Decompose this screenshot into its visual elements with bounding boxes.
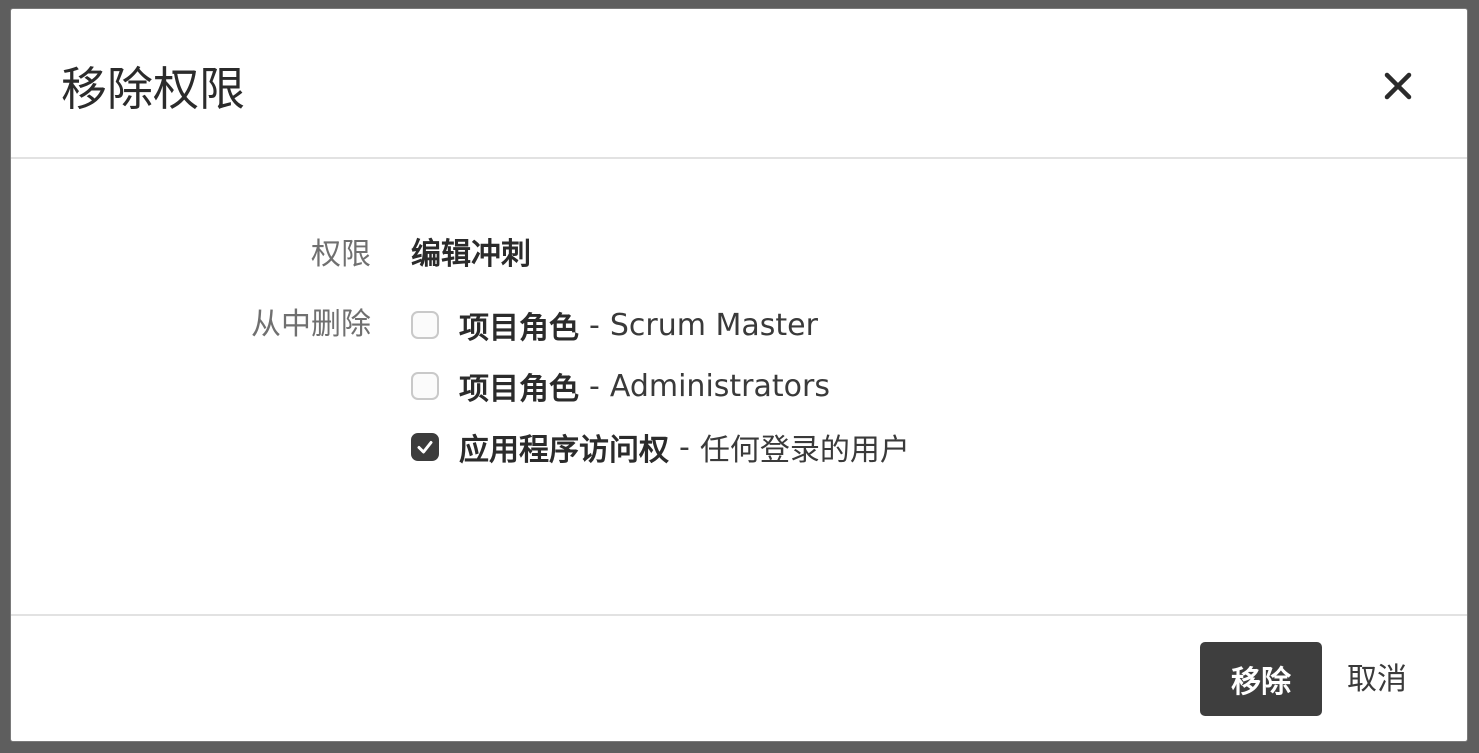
remove-from-label: 从中删除 [251,307,371,342]
checkmark-icon [417,441,433,454]
close-icon[interactable] [1381,69,1415,103]
checkbox-any-logged-in-user[interactable] [411,433,439,461]
dialog-footer: 移除 取消 [11,614,1467,743]
option-separator: - [589,307,600,343]
checkbox-administrators[interactable] [411,372,439,400]
dialog-header: 移除权限 [11,9,1467,159]
option-type: 应用程序访问权 [459,433,669,468]
permission-value: 编辑冲刺 [411,237,531,272]
option-separator: - [589,368,600,404]
option-scrum-master[interactable]: 项目角色 - Scrum Master [411,303,818,347]
option-name: Administrators [609,368,830,404]
option-separator: - [679,429,690,465]
dialog-body: 权限 编辑冲刺 从中删除 项目角色 - Scrum Master 项目角色 - … [11,159,1467,615]
option-administrators[interactable]: 项目角色 - Administrators [411,364,830,408]
option-name: 任何登录的用户 [699,433,910,468]
option-type: 项目角色 [459,311,579,346]
permission-label: 权限 [311,237,371,272]
remove-button[interactable]: 移除 [1200,642,1322,716]
checkbox-scrum-master[interactable] [411,311,439,339]
dialog-title: 移除权限 [61,62,245,116]
remove-permission-dialog: 移除权限 权限 编辑冲刺 从中删除 项目角色 - Scrum Master 项目… [10,8,1468,742]
option-type: 项目角色 [459,372,579,407]
option-any-logged-in-user[interactable]: 应用程序访问权 - 任何登录的用户 [411,425,910,469]
option-name: Scrum Master [609,307,818,343]
cancel-link[interactable]: 取消 [1347,662,1407,698]
